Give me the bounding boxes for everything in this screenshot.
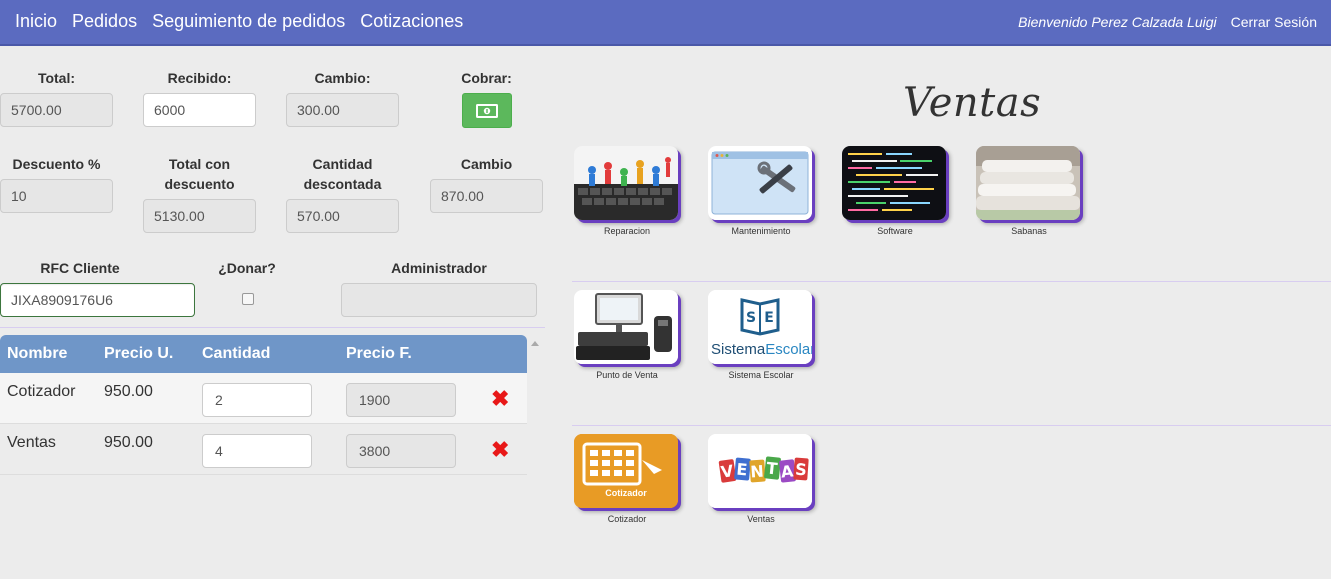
total-descuento-label: Total con descuento bbox=[164, 156, 235, 192]
svg-text:S: S bbox=[795, 460, 808, 480]
cantidad-descontada-field[interactable] bbox=[286, 199, 399, 233]
tile-punto-de-venta[interactable]: Punto de Venta bbox=[574, 290, 680, 380]
total-descuento-field[interactable] bbox=[143, 199, 256, 233]
nav-seguimiento[interactable]: Seguimiento de pedidos bbox=[152, 11, 345, 32]
delete-icon[interactable]: ✖ bbox=[491, 388, 509, 410]
tile-label: Software bbox=[877, 226, 913, 236]
total-field[interactable] bbox=[0, 93, 113, 127]
recibido-label: Recibido: bbox=[167, 70, 232, 86]
ventas-logo-text: V E N T A S bbox=[718, 456, 809, 483]
total-label: Total: bbox=[37, 70, 76, 86]
cambio-field[interactable] bbox=[286, 93, 399, 127]
software-image bbox=[842, 146, 946, 220]
tile-label: Mantenimiento bbox=[731, 226, 791, 236]
header-precio-f: Precio F. bbox=[346, 345, 412, 362]
sistema-escolar-logo-s: S bbox=[746, 310, 756, 326]
cobrar-button[interactable] bbox=[462, 93, 512, 128]
logout-link[interactable]: Cerrar Sesión bbox=[1231, 14, 1317, 30]
divider bbox=[0, 327, 545, 328]
precio-f-field[interactable] bbox=[346, 383, 456, 417]
tile-reparacion[interactable]: Reparacion bbox=[574, 146, 680, 236]
tile-label: Reparacion bbox=[603, 226, 651, 236]
table-row: Cotizador 950.00 ✖ bbox=[0, 373, 527, 424]
nav-inicio[interactable]: Inicio bbox=[15, 11, 57, 32]
table-header: Nombre Precio U. Cantidad Precio F. bbox=[0, 335, 527, 373]
cambio-label: Cambio: bbox=[314, 70, 371, 86]
tile-ventas[interactable]: V E N T A S Ventas bbox=[708, 434, 814, 524]
tile-label: Cotizador bbox=[607, 514, 647, 524]
administrador-label: Administrador bbox=[391, 260, 487, 276]
tile-label: Punto de Venta bbox=[596, 370, 658, 380]
descuento-field[interactable] bbox=[0, 179, 113, 213]
nav-user-area: Bienvenido Perez Calzada Luigi Cerrar Se… bbox=[1018, 14, 1317, 30]
nav-links: Inicio Pedidos Seguimiento de pedidos Co… bbox=[15, 11, 463, 32]
money-icon bbox=[476, 103, 498, 118]
tile-cotizador[interactable]: Cotizador Cotizador bbox=[574, 434, 680, 524]
cotizador-logo-text: Cotizador bbox=[605, 488, 647, 498]
descuento-label: Descuento % bbox=[12, 156, 101, 172]
scroll-up-arrow-icon[interactable] bbox=[531, 341, 539, 346]
tile-sabanas[interactable]: Sabanas bbox=[976, 146, 1082, 236]
recibido-field[interactable] bbox=[143, 93, 256, 127]
cell-precio-u: 950.00 bbox=[104, 383, 153, 400]
tile-sistema-escolar[interactable]: S E SistemaEscolar Sistema Escolar bbox=[708, 290, 814, 380]
header-cantidad: Cantidad bbox=[202, 345, 271, 362]
tile-software[interactable]: Software bbox=[842, 146, 948, 236]
delete-icon[interactable]: ✖ bbox=[491, 439, 509, 461]
punto-de-venta-image bbox=[574, 290, 678, 364]
divider bbox=[572, 281, 1331, 282]
precio-f-field[interactable] bbox=[346, 434, 456, 468]
header-nombre: Nombre bbox=[7, 345, 68, 362]
svg-text:T: T bbox=[766, 458, 779, 478]
cambio2-label: Cambio bbox=[460, 156, 513, 172]
svg-text:E: E bbox=[736, 460, 749, 480]
header-precio-u: Precio U. bbox=[104, 345, 174, 362]
cell-nombre: Cotizador bbox=[7, 383, 76, 400]
nav-pedidos[interactable]: Pedidos bbox=[72, 11, 137, 32]
cell-precio-u: 950.00 bbox=[104, 434, 153, 451]
donar-checkbox[interactable] bbox=[242, 293, 254, 305]
rfc-label: RFC Cliente bbox=[40, 260, 120, 276]
cell-nombre: Ventas bbox=[7, 434, 56, 451]
items-table: Nombre Precio U. Cantidad Precio F. Coti… bbox=[0, 335, 527, 475]
sistema-escolar-logo-e: E bbox=[764, 310, 774, 326]
cambio2-field[interactable] bbox=[430, 179, 543, 213]
tile-label: Sistema Escolar bbox=[728, 370, 794, 380]
reparacion-image bbox=[574, 146, 678, 220]
cantidad-descontada-label: Cantidad descontada bbox=[303, 156, 382, 192]
divider bbox=[572, 425, 1331, 426]
rfc-field[interactable] bbox=[0, 283, 195, 317]
page-title: Ventas bbox=[903, 80, 1042, 126]
svg-text:N: N bbox=[750, 462, 765, 482]
tile-label: Ventas bbox=[747, 514, 775, 524]
mantenimiento-image bbox=[708, 146, 812, 220]
sistema-escolar-logo-text: SistemaEscolar bbox=[711, 341, 812, 358]
tile-label: Sabanas bbox=[1011, 226, 1047, 236]
cantidad-input[interactable] bbox=[202, 383, 312, 417]
donar-label: ¿Donar? bbox=[218, 260, 276, 276]
table-row: Ventas 950.00 ✖ bbox=[0, 424, 527, 475]
nav-cotizaciones[interactable]: Cotizaciones bbox=[360, 11, 463, 32]
cotizador-image: Cotizador bbox=[574, 434, 678, 508]
ventas-image: V E N T A S bbox=[708, 434, 812, 508]
sistema-escolar-image: S E SistemaEscolar bbox=[708, 290, 812, 364]
tile-mantenimiento[interactable]: Mantenimiento bbox=[708, 146, 814, 236]
welcome-text: Bienvenido Perez Calzada Luigi bbox=[1018, 14, 1217, 30]
sabanas-image bbox=[976, 146, 1080, 220]
cobrar-label: Cobrar: bbox=[461, 70, 512, 86]
top-navbar: Inicio Pedidos Seguimiento de pedidos Co… bbox=[0, 0, 1331, 46]
cantidad-input[interactable] bbox=[202, 434, 312, 468]
administrador-field[interactable] bbox=[341, 283, 537, 317]
